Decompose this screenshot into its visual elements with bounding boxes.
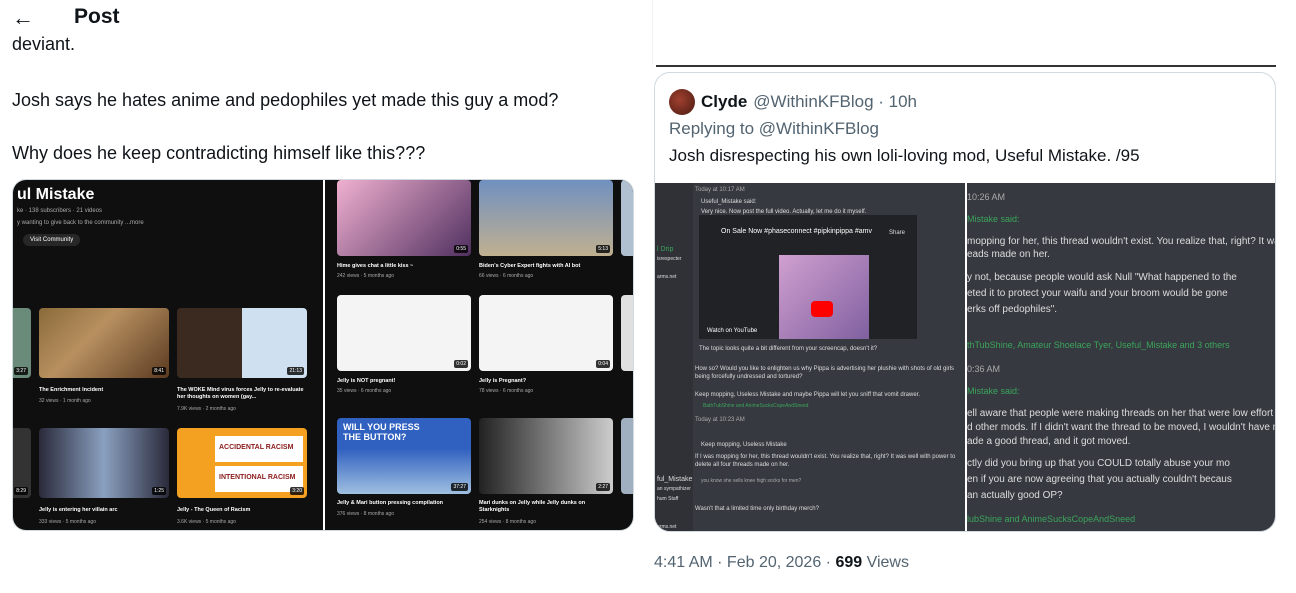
- quoted-post[interactable]: Clyde @WithinKFBlog · 10h Replying to @W…: [654, 72, 1276, 532]
- video-meta: 376 views · 8 months ago: [337, 511, 394, 517]
- video-thumb: WILL YOU PRESS THE BUTTON? 37:27: [337, 418, 471, 494]
- page-title: Post: [74, 5, 120, 28]
- video-thumb: 0:02: [337, 295, 471, 371]
- button-thumb-text: WILL YOU PRESS THE BUTTON?: [343, 422, 420, 442]
- visit-community-button: Visit Community: [23, 234, 81, 246]
- divider: [652, 0, 653, 65]
- video-thumb: 5:13: [479, 180, 613, 256]
- divider: [656, 65, 966, 67]
- video-title: Jelly - The Queen of Racism: [177, 507, 251, 513]
- video-meta: 7.9K views · 2 months ago: [177, 406, 236, 412]
- video-thumb: ACCIDENTAL RACISM INTENTIONAL RACISM 3:2…: [177, 428, 307, 498]
- video-title: Jelly & Mari button pressing compilation: [337, 500, 444, 506]
- video-thumb: [621, 418, 633, 494]
- video-meta: 3.6K views · 5 months ago: [177, 519, 236, 525]
- media-image-2[interactable]: 0:55 Hime gives chat a little kiss ~ 242…: [325, 180, 633, 530]
- post-text-partial: deviant.: [12, 34, 76, 54]
- channel-name: ul Mistake: [17, 186, 95, 203]
- divider: [966, 65, 1276, 67]
- quote-text: Josh disrespecting his own loli-loving m…: [669, 146, 1140, 165]
- replying-to[interactable]: Replying to @WithinKFBlog: [669, 119, 879, 139]
- quote-image-2[interactable]: 10:26 AM Mistake said: mopping for her, …: [967, 183, 1275, 531]
- view-count: 699: [835, 554, 863, 571]
- channel-desc: y wanting to give back to the community …: [17, 220, 144, 226]
- quote-author-handle: @WithinKFBlog · 10h: [753, 92, 918, 111]
- video-title: Biden's Cyber Expert fights with AI bot: [479, 263, 581, 269]
- video-title: Jelly is NOT pregnant!: [337, 378, 396, 384]
- video-title: Mari dunks on Jelly while Jelly dunks on…: [479, 500, 586, 513]
- post-header: ← Post: [0, 0, 636, 36]
- quote-image-1[interactable]: Today at 10:17 AM Useful_Mistake said: V…: [655, 183, 965, 531]
- video-thumb: 8:41: [39, 308, 169, 378]
- video-meta: 333 views · 5 months ago: [39, 519, 96, 525]
- youtube-embed[interactable]: On Sale Now #phaseconnect #pipkinpippa #…: [699, 215, 917, 339]
- video-thumb: 2:27: [479, 418, 613, 494]
- channel-subs: ke · 138 subscribers · 21 videos: [17, 208, 103, 214]
- video-meta: 66 views · 6 months ago: [479, 273, 534, 279]
- video-thumb: 8:29: [13, 428, 31, 498]
- video-thumb: [621, 295, 633, 371]
- video-thumb: 1:25: [39, 428, 169, 498]
- video-thumb: [621, 180, 633, 256]
- video-meta: 32 views · 1 month ago: [39, 398, 91, 404]
- video-title: Jelly is entering her villain arc: [39, 507, 118, 513]
- avatar[interactable]: [669, 89, 695, 115]
- video-thumb: 0:55: [337, 180, 471, 256]
- arrow-left-icon[interactable]: ←: [12, 6, 36, 30]
- video-title: Hime gives chat a little kiss ~: [337, 263, 414, 269]
- video-thumb: 21:13: [177, 308, 307, 378]
- post-paragraph-2: Why does he keep contradicting himself l…: [12, 143, 426, 163]
- post-column: deviant. ← Post Josh says he hates anime…: [0, 0, 636, 593]
- video-title: The Enrichment Incident: [39, 387, 104, 393]
- play-icon[interactable]: [811, 301, 833, 317]
- video-meta: 78 views · 6 months ago: [479, 388, 534, 394]
- video-meta: 242 views · 5 months ago: [337, 273, 394, 279]
- media-image-1[interactable]: ul Mistake ke · 138 subscribers · 21 vid…: [13, 180, 323, 530]
- quote-header: Clyde @WithinKFBlog · 10h: [669, 89, 917, 115]
- post-paragraph-1: Josh says he hates anime and pedophiles …: [12, 90, 559, 110]
- video-title: The WOKE Mind virus forces Jelly to re-e…: [177, 387, 304, 400]
- racism-label-1: ACCIDENTAL RACISM: [215, 436, 303, 462]
- quote-author-name[interactable]: Clyde: [701, 92, 747, 112]
- video-meta: 254 views · 8 months ago: [479, 519, 536, 525]
- video-title: Jelly is Pregnant?: [479, 378, 527, 384]
- post-timestamp[interactable]: 4:41 AM · Feb 20, 2026 · 699 Views: [654, 554, 909, 572]
- video-thumb: 3:27: [13, 308, 31, 378]
- video-thumb: 0:04: [479, 295, 613, 371]
- channel-header: ul Mistake ke · 138 subscribers · 21 vid…: [13, 180, 323, 250]
- video-meta: 35 views · 6 months ago: [337, 388, 392, 394]
- post-media[interactable]: ul Mistake ke · 138 subscribers · 21 vid…: [12, 179, 634, 531]
